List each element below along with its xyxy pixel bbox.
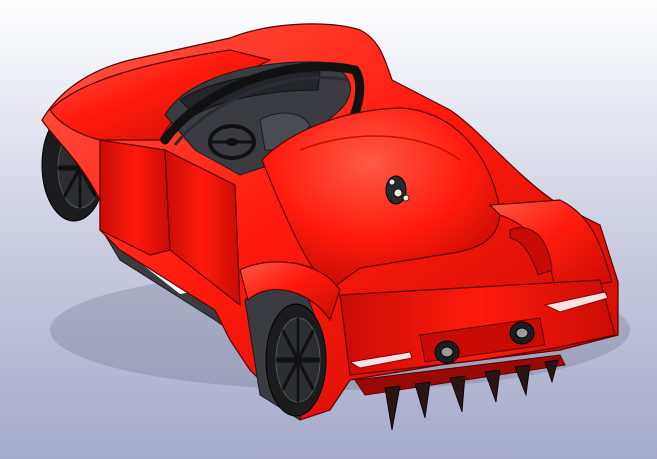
exhaust-pipe-right-icon <box>509 321 535 345</box>
exhaust-pipe-left-icon <box>434 340 460 364</box>
car-model-svg[interactable]: .c-hi { stop-color: var(--hi); } .c-body… <box>0 0 657 459</box>
rear-left-wheel[interactable] <box>265 303 327 417</box>
rear-left-spokes <box>275 317 321 403</box>
cad-viewport[interactable]: .c-hi { stop-color: var(--hi); } .c-body… <box>0 0 657 459</box>
